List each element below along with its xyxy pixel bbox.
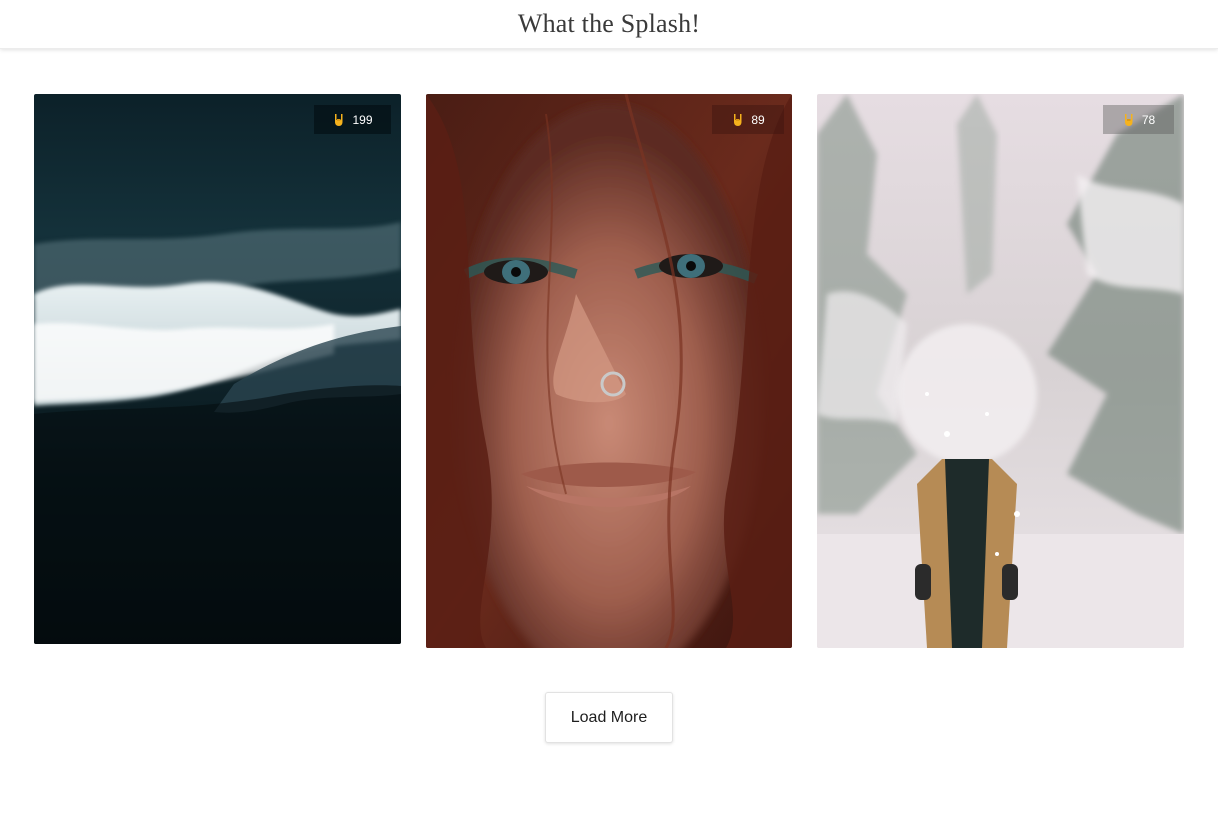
rock-on-hand-icon (734, 113, 742, 126)
ocean-waves-photo[interactable] (34, 94, 401, 644)
likes-count: 89 (751, 112, 765, 127)
photo-card-snow[interactable]: 78 (817, 94, 1184, 648)
load-more-button[interactable]: Load More (545, 692, 673, 743)
page-title: What the Splash! (517, 9, 701, 38)
app-header: What the Splash! (0, 0, 1218, 49)
likes-badge: 78 (1103, 105, 1174, 134)
portrait-photo[interactable] (426, 94, 792, 648)
likes-count: 78 (1141, 112, 1156, 127)
likes-badge: 199 (314, 105, 391, 134)
rock-on-hand-icon (335, 113, 343, 126)
likes-badge: 89 (712, 105, 784, 134)
photo-card-ocean[interactable]: 199 (34, 94, 401, 644)
likes-count: 199 (352, 112, 373, 127)
photo-card-portrait[interactable]: 89 (426, 94, 792, 648)
snowy-forest-photo[interactable] (817, 94, 1184, 648)
rock-on-hand-icon (1124, 113, 1133, 126)
